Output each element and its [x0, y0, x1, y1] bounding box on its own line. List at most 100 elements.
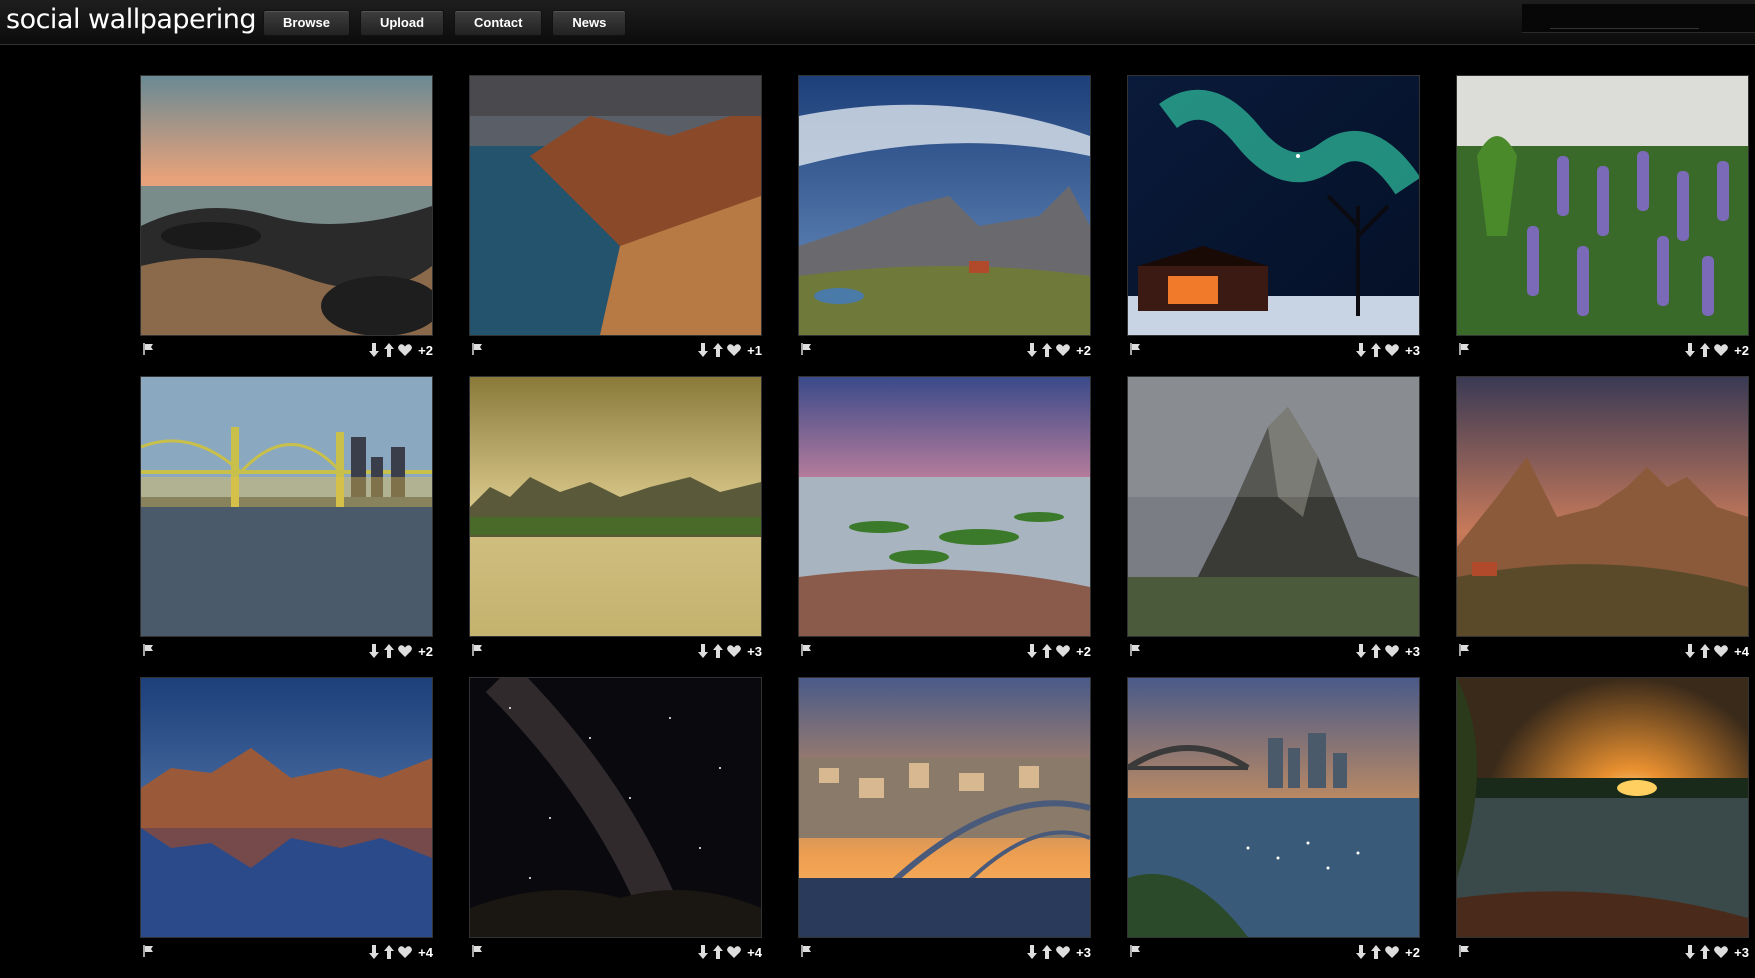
wallpaper-thumbnail[interactable]	[1127, 75, 1420, 336]
wallpaper-action-bar: +2	[1456, 340, 1749, 360]
flag-icon[interactable]	[471, 643, 485, 657]
wallpaper-thumbnail[interactable]	[140, 75, 433, 336]
favorite-heart-icon[interactable]	[1384, 342, 1400, 358]
vote-down-arrow-icon[interactable]	[367, 342, 381, 358]
flag-icon[interactable]	[471, 944, 485, 958]
nav-browse-button[interactable]: Browse	[263, 10, 350, 36]
vote-up-arrow-icon[interactable]	[1698, 944, 1712, 960]
vote-down-arrow-icon[interactable]	[1683, 643, 1697, 659]
favorite-heart-icon[interactable]	[397, 643, 413, 659]
wallpaper-action-bar: +4	[140, 942, 433, 962]
wallpaper-thumbnail[interactable]	[1456, 75, 1749, 336]
wallpaper-thumbnail[interactable]	[798, 376, 1091, 637]
vote-up-arrow-icon[interactable]	[1369, 643, 1383, 659]
vote-down-arrow-icon[interactable]	[1354, 944, 1368, 960]
flag-icon[interactable]	[1458, 342, 1472, 356]
vote-count: +1	[747, 342, 762, 358]
wallpaper-action-bar: +2	[798, 340, 1091, 360]
wallpaper-thumbnail[interactable]	[1456, 376, 1749, 637]
flag-icon[interactable]	[1129, 342, 1143, 356]
nav-contact-button[interactable]: Contact	[454, 10, 543, 36]
wallpaper-thumbnail[interactable]	[1127, 677, 1420, 938]
vote-up-arrow-icon[interactable]	[1369, 342, 1383, 358]
nav-upload-button[interactable]: Upload	[359, 10, 445, 36]
wallpaper-tile: +2	[140, 376, 433, 677]
vote-up-arrow-icon[interactable]	[711, 643, 725, 659]
wallpaper-thumbnail[interactable]	[798, 677, 1091, 938]
wallpaper-action-bar: +1	[469, 340, 762, 360]
vote-up-arrow-icon[interactable]	[1040, 643, 1054, 659]
main-nav: Browse Upload Contact News	[263, 10, 627, 36]
vote-up-arrow-icon[interactable]	[1040, 342, 1054, 358]
vote-down-arrow-icon[interactable]	[1683, 944, 1697, 960]
wallpaper-thumbnail[interactable]	[1127, 376, 1420, 637]
vote-down-arrow-icon[interactable]	[1025, 643, 1039, 659]
favorite-heart-icon[interactable]	[1384, 944, 1400, 960]
wallpaper-tile: +2	[1456, 75, 1749, 376]
wallpaper-thumbnail[interactable]	[469, 376, 762, 637]
flag-icon[interactable]	[800, 643, 814, 657]
wallpaper-image	[1128, 678, 1419, 937]
flag-icon[interactable]	[142, 643, 156, 657]
flag-icon[interactable]	[1458, 944, 1472, 958]
vote-up-arrow-icon[interactable]	[711, 342, 725, 358]
wallpaper-tile: +2	[798, 376, 1091, 677]
favorite-heart-icon[interactable]	[1384, 643, 1400, 659]
vote-up-arrow-icon[interactable]	[382, 643, 396, 659]
vote-down-arrow-icon[interactable]	[1354, 342, 1368, 358]
vote-up-arrow-icon[interactable]	[382, 342, 396, 358]
wallpaper-action-bar: +3	[469, 641, 762, 661]
wallpaper-thumbnail[interactable]	[798, 75, 1091, 336]
favorite-heart-icon[interactable]	[1055, 643, 1071, 659]
vote-up-arrow-icon[interactable]	[1698, 342, 1712, 358]
wallpaper-grid: +2 +1 +2 +3 +2 +2 +3 +2 +3 +4 +4 +4 +3 +…	[140, 75, 1749, 978]
favorite-heart-icon[interactable]	[397, 342, 413, 358]
favorite-heart-icon[interactable]	[726, 944, 742, 960]
favorite-heart-icon[interactable]	[1713, 643, 1729, 659]
favorite-heart-icon[interactable]	[726, 342, 742, 358]
flag-icon[interactable]	[142, 342, 156, 356]
vote-up-arrow-icon[interactable]	[711, 944, 725, 960]
vote-down-arrow-icon[interactable]	[367, 643, 381, 659]
wallpaper-thumbnail[interactable]	[140, 677, 433, 938]
vote-down-arrow-icon[interactable]	[1025, 342, 1039, 358]
vote-down-arrow-icon[interactable]	[1683, 342, 1697, 358]
vote-up-arrow-icon[interactable]	[1040, 944, 1054, 960]
vote-down-arrow-icon[interactable]	[696, 643, 710, 659]
nav-news-button[interactable]: News	[552, 10, 627, 36]
vote-up-arrow-icon[interactable]	[1369, 944, 1383, 960]
wallpaper-thumbnail[interactable]	[1456, 677, 1749, 938]
vote-down-arrow-icon[interactable]	[1025, 944, 1039, 960]
favorite-heart-icon[interactable]	[1055, 342, 1071, 358]
vote-up-arrow-icon[interactable]	[382, 944, 396, 960]
favorite-heart-icon[interactable]	[1713, 944, 1729, 960]
wallpaper-thumbnail[interactable]	[140, 376, 433, 637]
vote-down-arrow-icon[interactable]	[696, 342, 710, 358]
favorite-heart-icon[interactable]	[1713, 342, 1729, 358]
flag-icon[interactable]	[1129, 944, 1143, 958]
vote-count: +4	[1734, 643, 1749, 659]
favorite-heart-icon[interactable]	[726, 643, 742, 659]
wallpaper-thumbnail[interactable]	[469, 677, 762, 938]
vote-down-arrow-icon[interactable]	[367, 944, 381, 960]
vote-actions: +4	[367, 942, 433, 962]
flag-icon[interactable]	[1129, 643, 1143, 657]
site-logo[interactable]: social wallpapering	[6, 4, 256, 35]
flag-icon[interactable]	[800, 944, 814, 958]
vote-actions: +3	[1683, 942, 1749, 962]
wallpaper-thumbnail[interactable]	[469, 75, 762, 336]
flag-icon[interactable]	[1458, 643, 1472, 657]
search-input[interactable]	[1550, 8, 1699, 29]
vote-up-arrow-icon[interactable]	[1698, 643, 1712, 659]
favorite-heart-icon[interactable]	[1055, 944, 1071, 960]
wallpaper-image	[1457, 76, 1748, 335]
vote-count: +3	[1076, 944, 1091, 960]
wallpaper-image	[1457, 678, 1748, 937]
flag-icon[interactable]	[471, 342, 485, 356]
flag-icon[interactable]	[142, 944, 156, 958]
wallpaper-image	[1457, 377, 1748, 636]
flag-icon[interactable]	[800, 342, 814, 356]
favorite-heart-icon[interactable]	[397, 944, 413, 960]
vote-down-arrow-icon[interactable]	[1354, 643, 1368, 659]
vote-down-arrow-icon[interactable]	[696, 944, 710, 960]
